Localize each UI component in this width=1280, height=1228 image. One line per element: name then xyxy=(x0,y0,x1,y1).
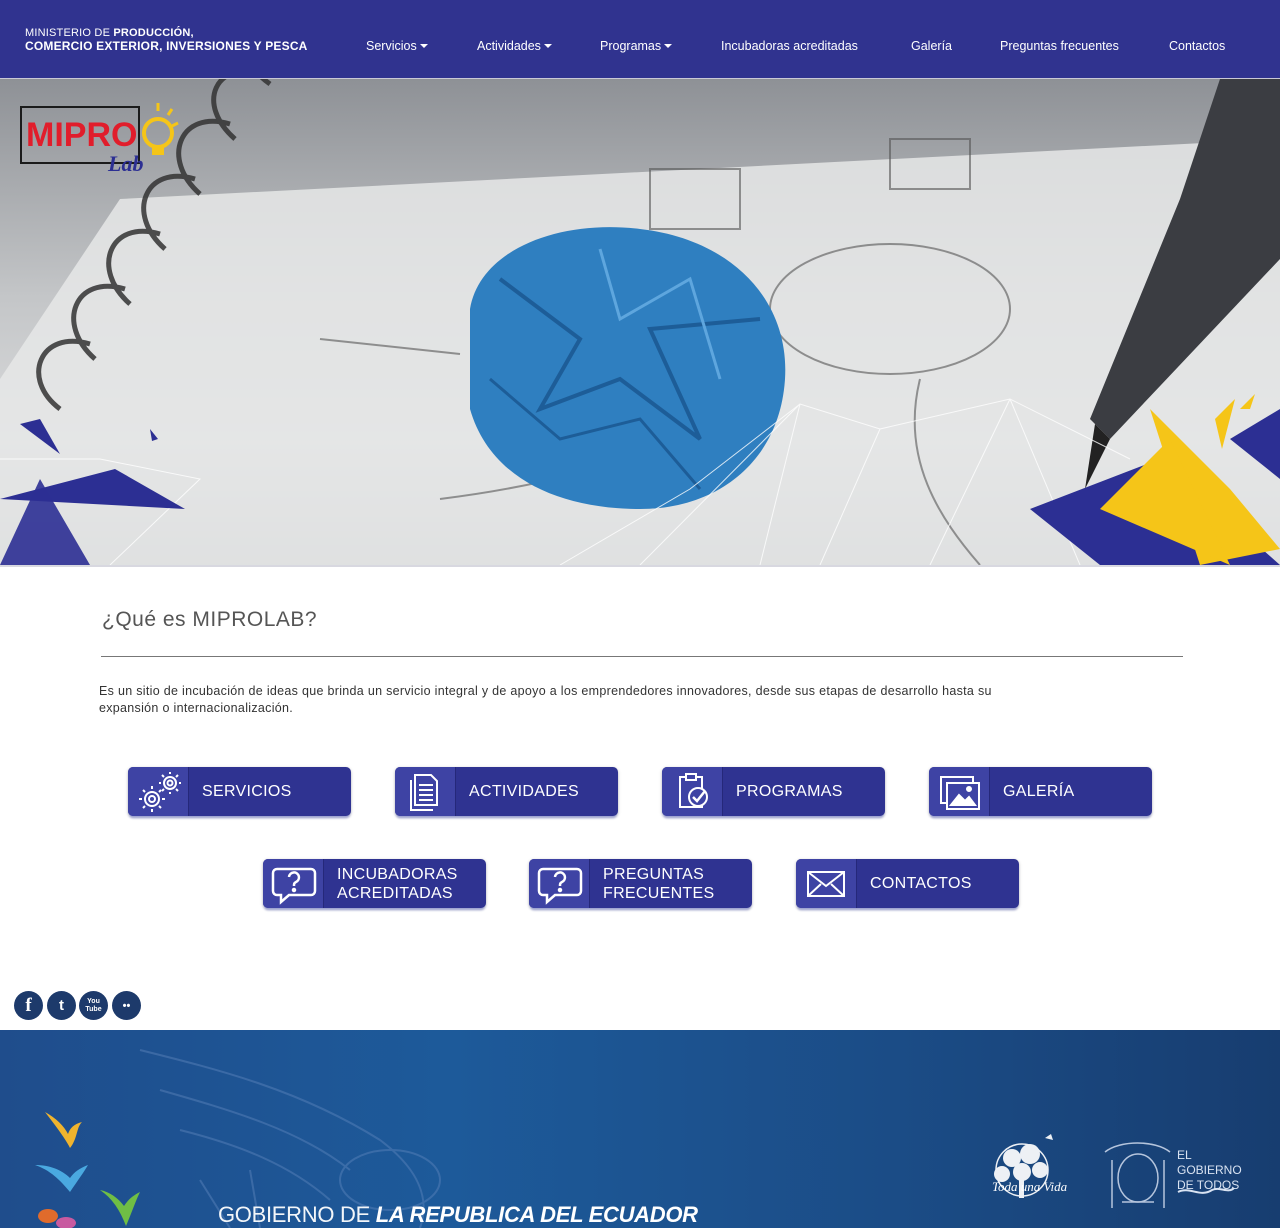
twitter-icon[interactable]: t xyxy=(47,991,76,1020)
logo-text-sub: Lab xyxy=(107,151,143,175)
clipboard-check-icon xyxy=(662,767,723,816)
gov-thin: GOBIERNO DE xyxy=(218,1202,370,1227)
caret-down-icon xyxy=(664,44,673,48)
nav-incubadoras[interactable]: Incubadoras acreditadas xyxy=(721,39,858,53)
intro-text: Es un sitio de incubación de ideas que b… xyxy=(99,684,992,715)
flickr-icon[interactable]: •• xyxy=(112,991,141,1020)
envelope-icon-graphic xyxy=(807,871,845,897)
ministry-name[interactable]: MINISTERIO DE PRODUCCIÓN, COMERCIO EXTER… xyxy=(25,27,308,53)
question-bubble-icon-graphic xyxy=(271,867,317,905)
incubadoras-label-line2: ACREDITADAS xyxy=(337,884,453,902)
documents-icon xyxy=(395,767,456,816)
galeria-button[interactable]: GALERÍA xyxy=(929,767,1152,816)
gobierno-de-todos-logo: EL GOBIERNO DE TODOS xyxy=(1177,1148,1242,1193)
galeria-label: GALERÍA xyxy=(1003,783,1075,800)
programas-label: PROGRAMAS xyxy=(736,783,843,800)
miprolab-logo-graphic: MIPRO Lab xyxy=(20,103,179,175)
gobierno-ecuador-text: GOBIERNO DE LA REPUBLICA DEL ECUADOR xyxy=(218,1202,698,1228)
preguntas-label-line2: FRECUENTES xyxy=(603,884,715,902)
gov-bold: LA REPUBLICA DEL ECUADOR xyxy=(375,1202,698,1227)
toda-una-vida-logo: Toda una Vida xyxy=(992,1180,1067,1193)
title-divider xyxy=(101,656,1183,657)
caret-down-icon xyxy=(419,44,428,48)
envelope-icon xyxy=(796,859,857,908)
contactos-button[interactable]: CONTACTOS xyxy=(796,859,1019,908)
gears-icon-graphic xyxy=(139,772,181,812)
preguntas-frecuentes-button[interactable]: PREGUNTAS FRECUENTES xyxy=(529,859,752,908)
ministry-line1-prefix: MINISTERIO DE xyxy=(25,27,111,39)
miprolab-logo[interactable]: MIPRO Lab xyxy=(20,101,180,175)
todos-line3: DE TODOS xyxy=(1177,1178,1240,1192)
youtube-icon[interactable]: You Tube xyxy=(79,991,108,1020)
footer-decoration xyxy=(35,1049,1235,1228)
gallery-icon xyxy=(929,767,990,816)
question-bubble-icon xyxy=(529,859,590,908)
top-header: MINISTERIO DE PRODUCCIÓN, COMERCIO EXTER… xyxy=(0,0,1280,79)
servicios-button[interactable]: SERVICIOS xyxy=(128,767,351,816)
nav-galeria[interactable]: Galería xyxy=(911,39,952,53)
question-bubble-icon-graphic xyxy=(537,867,583,905)
nav-programas-label: Programas xyxy=(600,39,662,53)
nav-actividades[interactable]: Actividades xyxy=(477,39,552,53)
toda-line2: una Vida xyxy=(1020,1179,1068,1194)
todos-line2: GOBIERNO xyxy=(1177,1163,1242,1177)
facebook-icon[interactable]: f xyxy=(14,991,43,1020)
ministry-line1-bold: PRODUCCIÓN, xyxy=(113,27,194,39)
incubadoras-acreditadas-button[interactable]: INCUBADORAS ACREDITADAS xyxy=(263,859,486,908)
page-title: ¿Qué es MIPROLAB? xyxy=(102,608,318,631)
nav-programas[interactable]: Programas xyxy=(600,39,673,53)
actividades-label: ACTIVIDADES xyxy=(469,783,579,800)
nav-actividades-label: Actividades xyxy=(477,39,541,53)
footer: Toda una Vida EL GOBIERNO DE TODOS GOBIE… xyxy=(0,1030,1280,1228)
servicios-label: SERVICIOS xyxy=(202,783,292,800)
toda-line1: Toda xyxy=(992,1179,1018,1194)
contactos-label: CONTACTOS xyxy=(870,875,972,892)
actividades-button[interactable]: ACTIVIDADES xyxy=(395,767,618,816)
gears-icon xyxy=(128,767,189,816)
incubadoras-label: INCUBADORAS ACREDITADAS xyxy=(337,859,458,908)
nav-servicios[interactable]: Servicios xyxy=(366,39,428,53)
nav-servicios-label: Servicios xyxy=(366,39,417,53)
hero-illustration xyxy=(0,79,1280,565)
ministry-line2: COMERCIO EXTERIOR, INVERSIONES Y PESCA xyxy=(25,39,308,53)
preguntas-label-line1: PREGUNTAS xyxy=(603,865,705,883)
clipboard-check-icon-graphic xyxy=(679,773,708,808)
preguntas-label: PREGUNTAS FRECUENTES xyxy=(603,859,714,908)
documents-icon-graphic xyxy=(410,774,438,811)
gallery-icon-graphic xyxy=(940,776,980,810)
hero-banner: MIPRO Lab xyxy=(0,79,1280,565)
question-bubble-icon xyxy=(263,859,324,908)
incubadoras-label-line1: INCUBADORAS xyxy=(337,865,458,883)
hero-divider xyxy=(0,565,1280,567)
nav-contactos[interactable]: Contactos xyxy=(1169,39,1225,53)
caret-down-icon xyxy=(543,44,552,48)
logo-text-main: MIPRO xyxy=(26,116,137,154)
todos-line1: EL xyxy=(1177,1148,1192,1162)
nav-preguntas[interactable]: Preguntas frecuentes xyxy=(1000,39,1119,53)
programas-button[interactable]: PROGRAMAS xyxy=(662,767,885,816)
